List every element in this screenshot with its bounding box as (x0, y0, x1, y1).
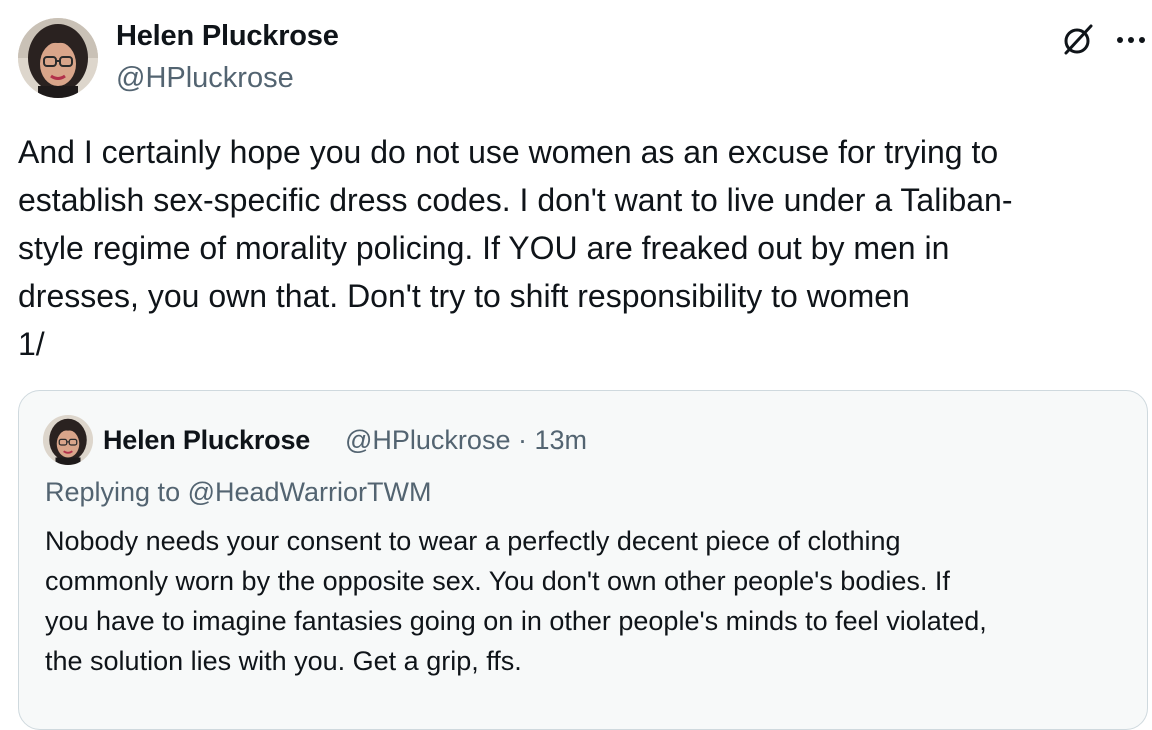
author-name[interactable]: Helen Pluckrose (116, 20, 339, 53)
quoted-tweet[interactable]: Helen Pluckrose @HPluckrose · 13m Replyi… (18, 390, 1148, 730)
quoted-avatar-image (43, 415, 93, 465)
quoted-author-name[interactable]: Helen Pluckrose (103, 425, 310, 456)
avatar-image (18, 18, 98, 98)
more-icon[interactable] (1114, 24, 1148, 56)
quoted-author-handle-time[interactable]: @HPluckrose · 13m (345, 425, 587, 456)
quoted-avatar[interactable] (43, 415, 93, 465)
avatar[interactable] (18, 18, 98, 98)
grok-icon[interactable] (1060, 22, 1096, 58)
author-handle[interactable]: @HPluckrose (116, 62, 294, 95)
quoted-replying-to: Replying to @HeadWarriorTWM (45, 477, 432, 507)
tweet-text: And I certainly hope you do not use wome… (18, 134, 1013, 362)
tweet: Helen Pluckrose @HPluckrose And I certai… (0, 0, 1152, 730)
quoted-tweet-text: Nobody needs your consent to wear a perf… (45, 526, 987, 676)
